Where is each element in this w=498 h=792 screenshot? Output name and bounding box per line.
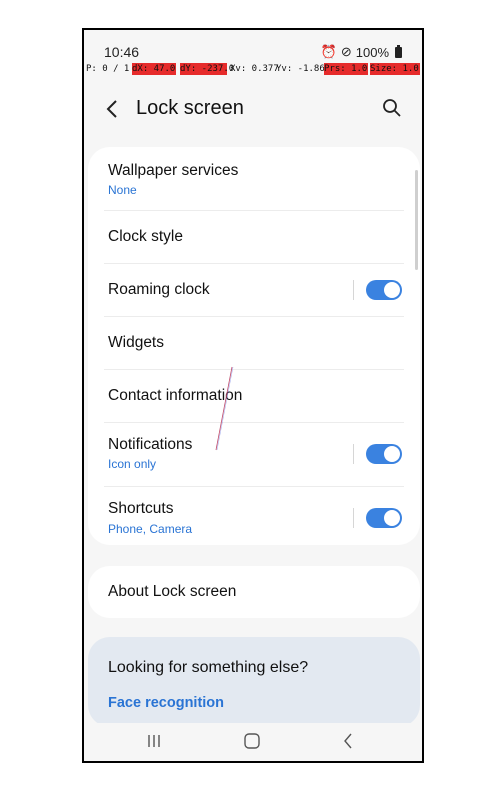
shortcuts-toggle[interactable]	[366, 508, 402, 528]
scrollbar[interactable]	[415, 170, 418, 270]
roaming-clock-toggle-wrap	[353, 280, 402, 300]
battery-percent: 100%	[355, 44, 389, 60]
setting-label: Contact information	[108, 387, 243, 404]
setting-widgets[interactable]: Widgets	[88, 317, 420, 369]
status-time: 10:46	[104, 44, 140, 60]
debug-pressure: Prs: 1.0	[324, 63, 368, 75]
setting-wallpaper-services[interactable]: Wallpaper services None	[88, 147, 420, 210]
app-header: Lock screen	[84, 84, 422, 134]
search-icon	[383, 99, 401, 117]
nav-back-button[interactable]	[328, 727, 368, 755]
suggestions-title: Looking for something else?	[108, 659, 309, 676]
setting-label: Widgets	[108, 334, 164, 351]
toggle-separator	[353, 280, 354, 300]
setting-label: Wallpaper services	[108, 162, 239, 179]
suggestions-card: Looking for something else? Face recogni…	[88, 637, 420, 727]
notifications-toggle-wrap	[353, 444, 402, 464]
toggle-knob	[384, 510, 400, 526]
recent-apps-icon	[148, 735, 160, 747]
debug-pointer-count: P: 0 / 1	[86, 64, 130, 74]
back-button[interactable]	[102, 96, 122, 122]
debug-xv: Xv: 0.377	[230, 64, 279, 74]
page-title: Lock screen	[136, 97, 244, 119]
notifications-toggle[interactable]	[366, 444, 402, 464]
debug-dx: dX: 47.0	[132, 63, 176, 75]
about-card[interactable]: About Lock screen	[88, 566, 420, 618]
setting-label: Notifications	[108, 436, 193, 453]
home-icon	[244, 733, 260, 749]
chevron-left-icon	[106, 100, 117, 118]
back-arrow-icon	[344, 733, 352, 749]
setting-label: Roaming clock	[108, 281, 210, 298]
face-recognition-link[interactable]: Face recognition	[108, 695, 224, 711]
phone-frame: 10:46 ⏰ ⊘ 100% P: 0 / 1 dX: 47.0 dY: -23…	[82, 28, 424, 763]
setting-about-lock-screen[interactable]: About Lock screen	[88, 566, 420, 618]
toggle-knob	[384, 282, 400, 298]
debug-yv: Yv: -1.868	[276, 64, 331, 74]
navigation-bar	[84, 723, 422, 761]
status-bar: 10:46 ⏰ ⊘ 100%	[84, 30, 422, 63]
search-button[interactable]	[380, 96, 404, 120]
setting-label: Clock style	[108, 228, 183, 245]
setting-contact-information[interactable]: Contact information	[88, 370, 420, 422]
setting-notifications[interactable]: Notifications Icon only	[88, 423, 420, 486]
setting-clock-style[interactable]: Clock style	[88, 211, 420, 263]
toggle-separator	[353, 444, 354, 464]
debug-dy: dY: -237.0	[180, 63, 235, 75]
setting-sub: Phone, Camera	[108, 522, 193, 536]
setting-sub: None	[108, 183, 137, 197]
setting-shortcuts[interactable]: Shortcuts Phone, Camera	[88, 487, 420, 545]
roaming-clock-toggle[interactable]	[366, 280, 402, 300]
home-button[interactable]	[232, 727, 272, 755]
pointer-debug-bar: P: 0 / 1 dX: 47.0 dY: -237.0 Xv: 0.377 Y…	[84, 63, 422, 75]
setting-label: Shortcuts	[108, 500, 174, 517]
toggle-separator	[353, 508, 354, 528]
do-not-disturb-icon: ⊘	[340, 44, 352, 59]
status-icons: ⏰ ⊘ 100%	[321, 44, 402, 60]
setting-sub: Icon only	[108, 457, 157, 471]
recent-apps-button[interactable]	[134, 727, 174, 755]
shortcuts-toggle-wrap	[353, 508, 402, 528]
toggle-knob	[384, 446, 400, 462]
setting-roaming-clock[interactable]: Roaming clock	[88, 264, 420, 316]
debug-size: Size: 1.0	[370, 63, 420, 75]
screen: 10:46 ⏰ ⊘ 100% P: 0 / 1 dX: 47.0 dY: -23…	[84, 30, 422, 761]
setting-label: About Lock screen	[108, 583, 237, 600]
alarm-icon: ⏰	[320, 44, 337, 59]
settings-card: Wallpaper services None Clock style Roam…	[88, 147, 420, 545]
battery-icon	[395, 44, 402, 58]
